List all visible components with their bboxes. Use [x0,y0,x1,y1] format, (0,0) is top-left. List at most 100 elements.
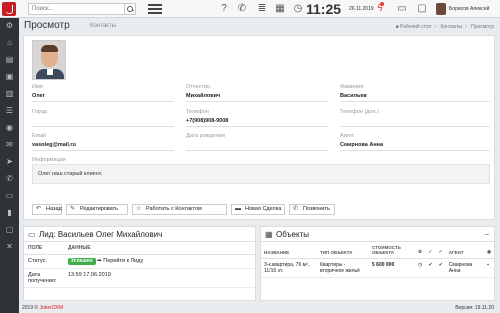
column-header: ДАННЫЕ [64,242,255,255]
field-phone-extra: Телефон (доп.) [340,109,490,127]
database-icon[interactable]: ≣ [256,3,268,15]
object-name[interactable]: 3-к.квартира, 76 м², 11/16 эт. [261,258,317,278]
objects-panel-title: Объекты [276,230,309,239]
current-date: 26.11.2019 [349,6,374,12]
lead-panel-icon: ▭ [28,230,36,239]
check-column-icon: ✓ [435,242,446,259]
object-agent: Смирнова Анна [445,258,485,278]
objects-panel: ▦ Объекты − НАЗВАНИЕ ТИП ОБЪЕКТА СТОИМОС… [260,226,495,301]
leads-icon[interactable]: ▤ [4,54,15,65]
status-badge: Успешно [68,258,96,265]
grid-icon: ▦ [265,230,273,239]
info-text: Олег наш старый клиент. [32,164,490,184]
settings-icon[interactable]: ⚙ [4,20,15,31]
footer: 2019 © JokerCRM Версия: 19.11.20 [20,303,500,313]
edit-button[interactable]: ✎ Редактировать [66,204,128,215]
field-first-name: Имя Олег [32,84,174,102]
field-info-label: Информация [32,157,66,163]
home-icon[interactable]: ⌂ [4,37,15,48]
breadcrumb-item[interactable]: Рабочий стол [400,24,431,30]
contact-card: Имя Олег Отчество Михайлович Фамилия Вас… [23,35,495,220]
status-icon: ◷ [415,258,426,278]
pin-icon[interactable]: ◉ [4,122,15,133]
search-placeholder: Поиск... [32,6,54,12]
star-icon: ☆ [136,206,142,212]
chat-icon[interactable]: ▭ [396,3,408,15]
tools-icon[interactable]: ✕ [4,241,15,252]
field-birthday: Дата рождения [186,133,328,151]
breadcrumb-item[interactable]: Контакты [440,24,462,30]
menu-toggle-icon[interactable] [148,4,162,14]
collapse-icon[interactable]: − [484,227,489,242]
page-header: Просмотр Контакты ■ Рабочий стол › Контак… [20,18,500,36]
breadcrumb: ■ Рабочий стол › Контакты › Просмотр [395,24,494,30]
phone-icon[interactable]: ✆ [236,3,248,15]
status-column-icon: ⚙ [415,242,426,259]
column-header[interactable]: АГЕНТ [445,242,485,259]
field-city: Город [32,109,174,127]
go-to-lead-link[interactable]: Перейти к Лиду [103,258,143,264]
briefcase-icon[interactable]: ▣ [4,71,15,82]
column-header[interactable]: ТИП ОБЪЕКТА [317,242,369,259]
page-subtitle: Контакты [90,23,116,29]
call-icon[interactable]: ✆ [4,173,15,184]
lead-field-label: Статус: [24,254,64,269]
search-input[interactable]: Поиск... [28,3,136,15]
desktop-icon[interactable]: ▢ [4,224,15,235]
brand-link[interactable]: JokerCRM [40,305,64,311]
briefcase-icon: ▬ [235,206,241,212]
pencil-icon: ✎ [70,206,76,212]
search-icon[interactable] [124,4,135,14]
table-row: Дата получения: 13:59 17.06.2019 [24,268,255,288]
monitor-icon[interactable]: ▢ [416,3,428,15]
object-type: Квартиры - вторичное жильё [317,258,369,278]
notification-badge [380,2,384,6]
objects-table: НАЗВАНИЕ ТИП ОБЪЕКТА СТОИМОСТЬ ОБЪЕКТА ⚙… [261,242,494,278]
check-column-icon: ✓ [425,242,436,259]
folder-icon[interactable]: ▭ [4,190,15,201]
view-column-icon: ◉ [484,242,494,259]
mail-icon[interactable]: ✉ [4,139,15,150]
field-agent: Агент Смирнова Анна [340,133,490,151]
column-header[interactable]: СТОИМОСТЬ ОБЪЕКТА [369,242,415,259]
field-email: Email vasoleg@mail.ru [32,133,174,151]
user-name[interactable]: Борисов Алексей [449,6,489,12]
lead-table: ПОЛЕ ДАННЫЕ Статус: Успешно ➦ Перейти к … [24,242,255,288]
object-price: 5 600 000 [369,258,415,278]
documents-icon[interactable]: ▥ [4,88,15,99]
call-button[interactable]: ✆ Позвонить [289,204,335,215]
avatar[interactable] [436,3,446,15]
column-header[interactable]: НАЗВАНИЕ [261,242,317,259]
app-logo[interactable] [2,2,16,16]
lead-panel: ▭ Лид: Васильев Олег Михайлович ПОЛЕ ДАН… [23,226,256,301]
check-icon: ✓ [425,258,436,278]
field-last-name: Фамилия Васильев [340,84,490,102]
list-icon[interactable]: ☰ [4,105,15,116]
clock-icon[interactable]: ◷ [292,3,304,15]
lead-field-label: Дата получения: [24,268,64,288]
copyright: 2019 © JokerCRM [22,305,64,311]
contact-photo [32,40,66,80]
lock-icon[interactable]: ▪ [484,258,494,278]
phone-icon: ✆ [293,206,299,212]
check-icon: ✓ [435,258,446,278]
column-header: ПОЛЕ [24,242,64,255]
field-patronymic: Отчество Михайлович [186,84,328,102]
chart-icon[interactable]: ▮ [4,207,15,218]
work-with-contact-button[interactable]: ☆ Работать с Контактом [132,204,227,215]
help-icon[interactable]: ? [218,3,230,15]
table-row[interactable]: 3-к.квартира, 76 м², 11/16 эт. Квартиры … [261,258,494,278]
back-button[interactable]: ↶ Назад [32,204,62,215]
breadcrumb-item: Просмотр [471,24,494,30]
top-bar: Поиск... ? ✆ ≣ ▦ ◷ 11:25 26.11.2019 ϟ ▭ … [0,0,500,18]
calendar-icon[interactable]: ▦ [274,3,286,15]
new-deal-button[interactable]: ▬ Новая Сделка [231,204,285,215]
sidebar: ⚙ ⌂ ▤ ▣ ▥ ☰ ◉ ✉ ➤ ✆ ▭ ▮ ▢ ✕ [0,18,19,313]
page-title: Просмотр [24,20,70,31]
back-arrow-icon: ↶ [36,206,42,212]
version: Версия: 19.11.20 [455,305,494,311]
lead-panel-header: ▭ Лид: Васильев Олег Михайлович [24,227,255,242]
send-icon[interactable]: ➤ [4,156,15,167]
current-time: 11:25 [306,1,342,17]
table-row: Статус: Успешно ➦ Перейти к Лиду [24,254,255,269]
